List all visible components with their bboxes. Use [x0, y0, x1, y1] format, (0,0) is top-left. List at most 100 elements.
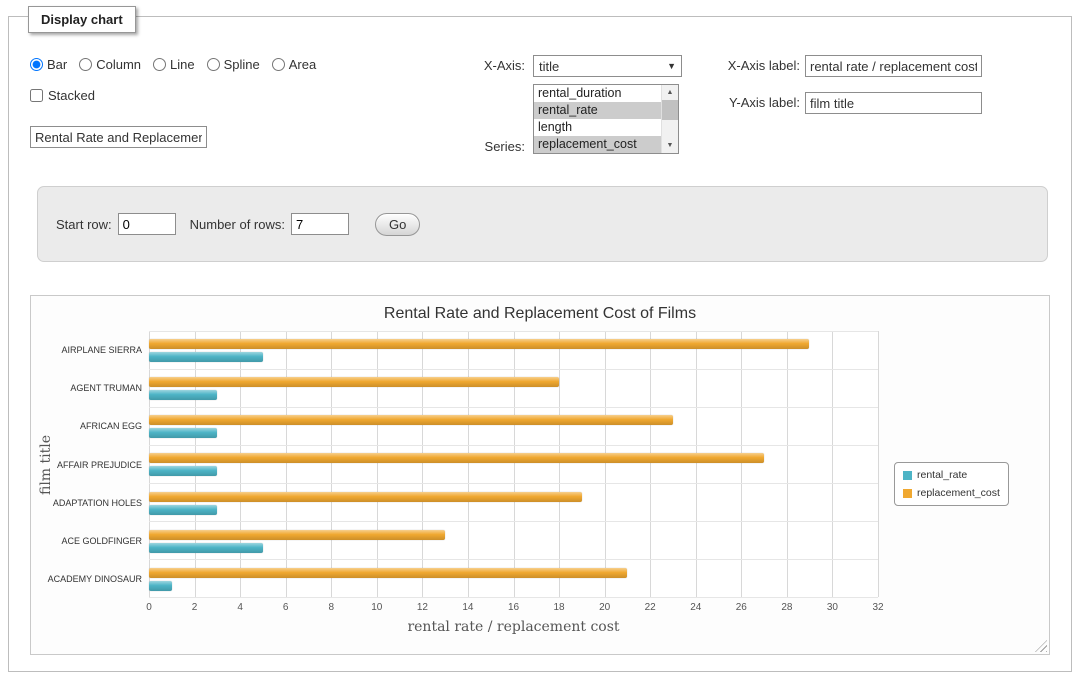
series-listbox[interactable]: rental_durationrental_ratelengthreplacem… [533, 84, 679, 154]
x-tick-label: 20 [599, 602, 610, 613]
x-axis-title: rental rate / replacement cost [149, 619, 878, 635]
page: Display chart Bar Column Line Spline Area St… [0, 0, 1081, 681]
x-tick-label: 26 [736, 602, 747, 613]
legend-item-replacement_cost[interactable]: replacement_cost [903, 487, 1000, 499]
x-tick-label: 2 [192, 602, 198, 613]
category-label: AGENT TRUMAN [70, 383, 142, 393]
bar-rental_rate[interactable] [149, 390, 217, 400]
start-row-label: Start row: [56, 217, 112, 232]
bar-rental_rate[interactable] [149, 428, 217, 438]
chart-type-radio-line[interactable] [153, 58, 166, 71]
row-range-panel: Start row: Number of rows: Go [37, 186, 1048, 262]
series-option-rental_duration[interactable]: rental_duration [534, 85, 661, 102]
bar-rental_rate[interactable] [149, 352, 263, 362]
legend-label: replacement_cost [917, 487, 1000, 499]
stacked-checkbox[interactable] [30, 89, 43, 102]
bar-replacement_cost[interactable] [149, 530, 445, 540]
bar-rental_rate[interactable] [149, 543, 263, 553]
scrollbar-thumb[interactable] [662, 100, 678, 120]
band-line [149, 483, 878, 484]
chart-type-option-bar[interactable]: Bar [30, 57, 67, 72]
bar-replacement_cost[interactable] [149, 339, 809, 349]
chart-type-radio-area[interactable] [272, 58, 285, 71]
start-row-input[interactable] [118, 213, 176, 235]
chart-title-input[interactable] [30, 126, 207, 148]
x-axis-label-field-label: X-Axis label: [700, 55, 800, 77]
category-label: AIRPLANE SIERRA [61, 345, 142, 355]
band-line [149, 407, 878, 408]
x-tick-label: 10 [371, 602, 382, 613]
legend-swatch [903, 471, 912, 480]
chart-type-radio-column[interactable] [79, 58, 92, 71]
gridline [559, 331, 560, 597]
bar-replacement_cost[interactable] [149, 415, 673, 425]
plot-area [149, 331, 878, 598]
band-line [149, 445, 878, 446]
bar-replacement_cost[interactable] [149, 377, 559, 387]
chart-type-option-line[interactable]: Line [153, 57, 195, 72]
go-button[interactable]: Go [375, 213, 420, 236]
category-label: ACE GOLDFINGER [61, 536, 142, 546]
listbox-scrollbar[interactable]: ▲ ▼ [661, 85, 678, 153]
chart-type-radio-group: Bar Column Line Spline Area [30, 57, 316, 72]
gridline [286, 331, 287, 597]
scroll-up-icon[interactable]: ▲ [662, 85, 678, 100]
category-label: AFRICAN EGG [80, 421, 142, 431]
scroll-down-icon[interactable]: ▼ [662, 138, 678, 153]
x-axis-label-input[interactable] [805, 55, 982, 77]
bar-replacement_cost[interactable] [149, 492, 582, 502]
legend-swatch [903, 489, 912, 498]
legend-item-rental_rate[interactable]: rental_rate [903, 469, 1000, 481]
number-of-rows-input[interactable] [291, 213, 349, 235]
bar-rental_rate[interactable] [149, 505, 217, 515]
x-tick-label: 30 [827, 602, 838, 613]
x-axis-select-label: X-Axis: [430, 55, 525, 77]
series-option-replacement_cost[interactable]: replacement_cost [534, 136, 661, 153]
category-labels: AIRPLANE SIERRA AGENT TRUMAN AFRICAN EGG AF… [49, 331, 146, 598]
gridline [878, 331, 879, 597]
chart-title: Rental Rate and Replacement Cost of Film… [31, 305, 1049, 323]
gridline [422, 331, 423, 597]
series-options-list: rental_durationrental_ratelengthreplacem… [534, 85, 661, 153]
x-tick-label: 18 [554, 602, 565, 613]
gridline [240, 331, 241, 597]
category-label: ACADEMY DINOSAUR [48, 574, 142, 584]
bar-rental_rate[interactable] [149, 581, 172, 591]
series-select-label: Series: [430, 136, 525, 158]
scrollbar-track[interactable] [662, 120, 678, 138]
number-of-rows-label: Number of rows: [190, 217, 285, 232]
x-tick-label: 32 [872, 602, 883, 613]
chart-type-option-spline[interactable]: Spline [207, 57, 260, 72]
gridline [832, 331, 833, 597]
chart-type-radio-label: Spline [224, 57, 260, 72]
bar-rental_rate[interactable] [149, 466, 217, 476]
x-axis-select[interactable]: title ▼ [533, 55, 682, 77]
series-option-length[interactable]: length [534, 119, 661, 136]
y-axis-label-input[interactable] [805, 92, 982, 114]
chart-type-radio-spline[interactable] [207, 58, 220, 71]
x-tick-label: 4 [237, 602, 243, 613]
gridline [468, 331, 469, 597]
gridline [331, 331, 332, 597]
x-tick-label: 12 [417, 602, 428, 613]
chart-type-option-area[interactable]: Area [272, 57, 316, 72]
x-tick-label: 8 [328, 602, 334, 613]
y-axis-label-field-label: Y-Axis label: [700, 92, 800, 114]
legend-label: rental_rate [917, 469, 967, 481]
gridline [377, 331, 378, 597]
chart-type-option-column[interactable]: Column [79, 57, 141, 72]
chart-type-radio-label: Bar [47, 57, 67, 72]
series-option-rental_rate[interactable]: rental_rate [534, 102, 661, 119]
x-tick-label: 0 [146, 602, 152, 613]
resize-handle-icon[interactable] [1035, 640, 1047, 652]
category-label: AFFAIR PREJUDICE [57, 460, 142, 470]
stacked-checkbox-row[interactable]: Stacked [30, 88, 95, 103]
chart-legend: rental_rate replacement_cost [894, 462, 1009, 506]
chart-type-radio-bar[interactable] [30, 58, 43, 71]
bar-replacement_cost[interactable] [149, 453, 764, 463]
band-line [149, 369, 878, 370]
fieldset-legend: Display chart [28, 6, 136, 33]
x-tick-label: 14 [462, 602, 473, 613]
gridline [650, 331, 651, 597]
bar-replacement_cost[interactable] [149, 568, 627, 578]
